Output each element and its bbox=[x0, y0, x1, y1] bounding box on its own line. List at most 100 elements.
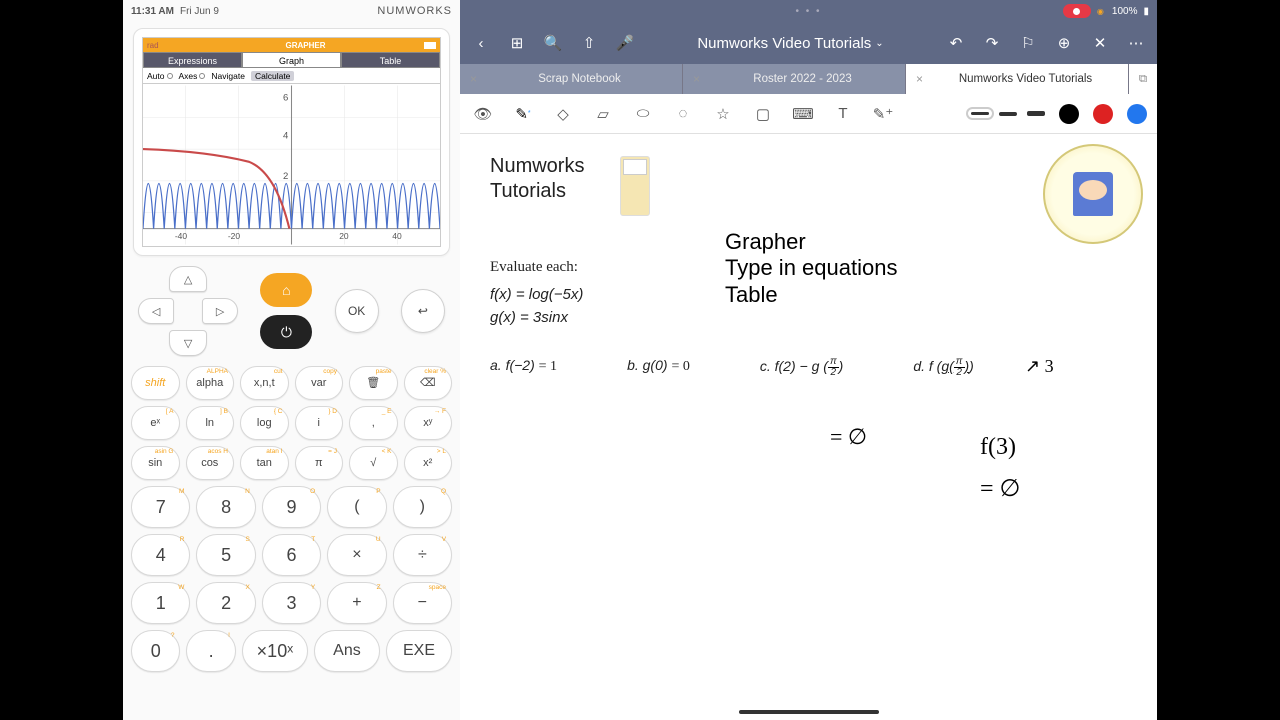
key-log[interactable]: { Clog bbox=[240, 406, 289, 440]
tab-graph[interactable]: Graph bbox=[242, 52, 341, 68]
note-canvas[interactable]: Numworks Tutorials Grapher Type in equat… bbox=[460, 134, 1157, 720]
color-blue[interactable] bbox=[1127, 104, 1147, 124]
home-indicator[interactable] bbox=[739, 710, 879, 714]
key-ln[interactable]: ] Bln bbox=[186, 406, 235, 440]
svg-text:2: 2 bbox=[283, 171, 288, 182]
axes-toggle[interactable]: Axes bbox=[179, 71, 206, 81]
hand-answer-d: = ∅ bbox=[980, 474, 1020, 503]
key-([interactable]: P( bbox=[327, 486, 386, 528]
key-x,n,t[interactable]: cutx,n,t bbox=[240, 366, 289, 400]
text-box-icon[interactable]: T bbox=[830, 101, 856, 127]
key-7[interactable]: M7 bbox=[131, 486, 190, 528]
key-Ans[interactable]: Ans bbox=[314, 630, 380, 672]
grid-icon[interactable]: ⊞ bbox=[506, 32, 528, 54]
key-sin[interactable]: asin Gsin bbox=[131, 446, 180, 480]
svg-text:6: 6 bbox=[283, 92, 288, 103]
key-cos[interactable]: acos Hcos bbox=[186, 446, 235, 480]
share-icon[interactable]: ⇧ bbox=[578, 32, 600, 54]
close-icon[interactable]: ✕ bbox=[1089, 32, 1111, 54]
key-tan[interactable]: atan Itan bbox=[240, 446, 289, 480]
app-title: GRAPHER bbox=[187, 41, 424, 50]
key-8[interactable]: N8 bbox=[196, 486, 255, 528]
mic-icon[interactable]: 🎤 bbox=[614, 32, 636, 54]
key-×[interactable]: U× bbox=[327, 534, 386, 576]
key-0[interactable]: ?0 bbox=[131, 630, 180, 672]
undo-icon[interactable]: ↶ bbox=[945, 32, 967, 54]
dpad-right[interactable]: ▷ bbox=[202, 298, 238, 324]
add-page-icon[interactable]: ⊕ bbox=[1053, 32, 1075, 54]
pen-icon[interactable]: ✎* bbox=[510, 101, 536, 127]
keyboard-icon[interactable]: ⌨ bbox=[790, 101, 816, 127]
shape-dashed-icon[interactable]: ◌ bbox=[670, 101, 696, 127]
key-eˣ[interactable]: [ Aeˣ bbox=[131, 406, 180, 440]
key-1[interactable]: W1 bbox=[131, 582, 190, 624]
key-−[interactable]: space− bbox=[393, 582, 452, 624]
shape-star-icon[interactable]: ☆ bbox=[710, 101, 736, 127]
key-÷[interactable]: V÷ bbox=[393, 534, 452, 576]
calculate-mode[interactable]: Calculate bbox=[251, 71, 294, 81]
back-icon[interactable]: ‹ bbox=[470, 32, 492, 54]
key-5[interactable]: S5 bbox=[196, 534, 255, 576]
svg-text:-20: -20 bbox=[228, 231, 241, 241]
power-button[interactable]: ⏻ bbox=[260, 315, 312, 349]
new-tab-icon[interactable]: ⧉ bbox=[1129, 64, 1157, 94]
key-4[interactable]: R4 bbox=[131, 534, 190, 576]
key-×10ˣ[interactable]: ×10ˣ bbox=[242, 630, 308, 672]
thickness-3[interactable] bbox=[1027, 111, 1045, 116]
key-,[interactable]: _ E, bbox=[349, 406, 398, 440]
key-⌫[interactable]: clear %⌫ bbox=[404, 366, 453, 400]
color-red[interactable] bbox=[1093, 104, 1113, 124]
redo-icon[interactable]: ↷ bbox=[981, 32, 1003, 54]
key-alpha[interactable]: ALPHAalpha bbox=[186, 366, 235, 400]
drawing-tools: 👁 ✎* ◇ ▱ ⬭ ◌ ☆ ▢ ⌨ T ✎⁺ bbox=[460, 94, 1157, 134]
document-title[interactable]: Numworks Video Tutorials⌄ bbox=[650, 35, 931, 52]
key-EXE[interactable]: EXE bbox=[386, 630, 452, 672]
tab-scrap[interactable]: ×Scrap Notebook bbox=[460, 64, 683, 94]
image-icon[interactable]: ▢ bbox=[750, 101, 776, 127]
dpad-down[interactable]: ▽ bbox=[169, 330, 207, 356]
app-toolbar: ‹ ⊞ 🔍 ⇧ 🎤 Numworks Video Tutorials⌄ ↶ ↷ … bbox=[460, 22, 1157, 64]
svg-text:40: 40 bbox=[392, 231, 402, 241]
search-icon[interactable]: 🔍 bbox=[542, 32, 564, 54]
back-button[interactable]: ↩ bbox=[401, 289, 445, 333]
key-+[interactable]: Z+ bbox=[327, 582, 386, 624]
tab-tutorials[interactable]: ×Numworks Video Tutorials bbox=[906, 64, 1129, 94]
key-var[interactable]: copyvar bbox=[295, 366, 344, 400]
thickness-2[interactable] bbox=[999, 112, 1017, 116]
tab-expressions[interactable]: Expressions bbox=[143, 52, 242, 68]
key-π[interactable]: = Jπ bbox=[295, 446, 344, 480]
dpad-left[interactable]: ◁ bbox=[138, 298, 174, 324]
dpad-up[interactable]: △ bbox=[169, 266, 207, 292]
key-2[interactable]: X2 bbox=[196, 582, 255, 624]
key-3[interactable]: Y3 bbox=[262, 582, 321, 624]
battery-icon bbox=[424, 42, 436, 49]
key-xʸ[interactable]: → Fxʸ bbox=[404, 406, 453, 440]
lasso-icon[interactable]: ⬭ bbox=[630, 101, 656, 127]
ok-button[interactable]: OK bbox=[335, 289, 379, 333]
link-icon[interactable]: ✎⁺ bbox=[870, 101, 896, 127]
key-)[interactable]: Q) bbox=[393, 486, 452, 528]
wifi-icon bbox=[1097, 6, 1106, 17]
hand-answer-c: = ∅ bbox=[830, 424, 867, 450]
key-x²[interactable]: > Lx² bbox=[404, 446, 453, 480]
key-9[interactable]: O9 bbox=[262, 486, 321, 528]
bookmark-icon[interactable]: ⚐ bbox=[1017, 32, 1039, 54]
eraser-icon[interactable]: ◇ bbox=[550, 101, 576, 127]
readonly-icon[interactable]: 👁 bbox=[470, 101, 496, 127]
auto-toggle[interactable]: Auto bbox=[147, 71, 173, 81]
key-√[interactable]: < K√ bbox=[349, 446, 398, 480]
key-.[interactable]: !. bbox=[186, 630, 235, 672]
color-black[interactable] bbox=[1059, 104, 1079, 124]
home-button[interactable]: ⌂ bbox=[260, 273, 312, 307]
key-shift[interactable]: shift bbox=[131, 366, 180, 400]
tab-roster[interactable]: ×Roster 2022 - 2023 bbox=[683, 64, 906, 94]
key-i[interactable]: } Di bbox=[295, 406, 344, 440]
highlighter-icon[interactable]: ▱ bbox=[590, 101, 616, 127]
graph-plot: 6 4 2 -40 -20 20 40 bbox=[143, 84, 440, 246]
tab-table[interactable]: Table bbox=[341, 52, 440, 68]
key-6[interactable]: T6 bbox=[262, 534, 321, 576]
navigate-mode[interactable]: Navigate bbox=[211, 71, 245, 81]
key-🗑[interactable]: paste🗑 bbox=[349, 366, 398, 400]
thickness-1[interactable] bbox=[971, 112, 989, 115]
more-icon[interactable]: ⋯ bbox=[1125, 32, 1147, 54]
